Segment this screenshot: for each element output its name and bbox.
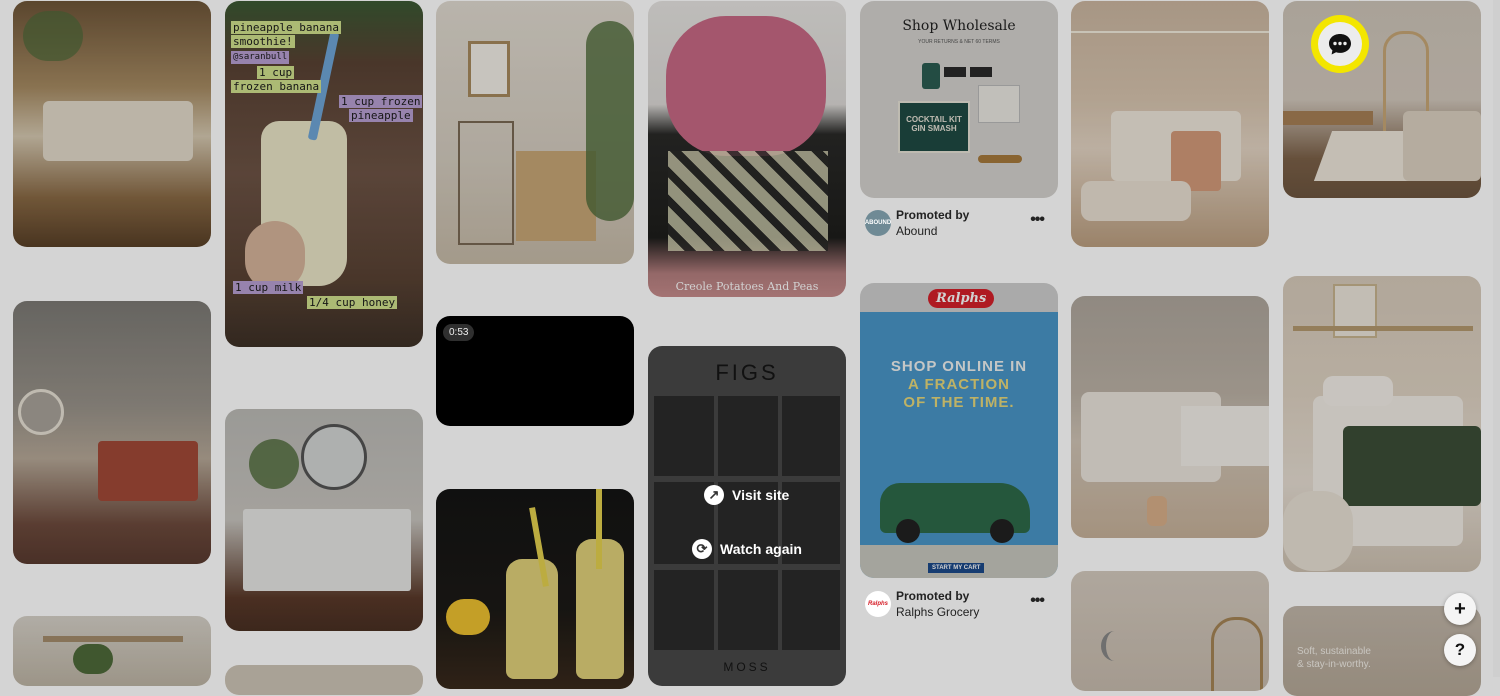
promoted-by-label: Promoted by xyxy=(896,208,969,222)
pin-moon-wall-hanging[interactable] xyxy=(1071,571,1269,691)
potatoes-caption: Creole Potatoes And Peas xyxy=(648,280,846,293)
recipe-handle: @saranbull xyxy=(231,51,289,64)
recipe-ingredient-3: 1 cup milk xyxy=(233,281,303,294)
abound-avatar: ABOUND xyxy=(865,210,891,236)
visit-site-button[interactable]: ↗ Visit site xyxy=(704,484,789,506)
visit-site-label: Visit site xyxy=(732,487,789,503)
pin-bottom-col2[interactable] xyxy=(225,665,423,695)
ralphs-cta[interactable]: START MY CART xyxy=(928,563,984,573)
pin-smoothie-recipe[interactable]: pineapple banana smoothie! @saranbull 1 … xyxy=(225,1,423,347)
watch-again-label: Watch again xyxy=(720,541,802,557)
pin-shop-wholesale-ad[interactable]: Shop Wholesale YOUR RETURNS & NET 60 TER… xyxy=(860,1,1058,198)
promo-abound[interactable]: ABOUND Promoted by Abound ••• xyxy=(860,205,1058,241)
video-duration-badge: 0:53 xyxy=(443,324,474,341)
more-options-icon[interactable]: ••• xyxy=(1030,592,1044,610)
pin-creole-potatoes[interactable]: Creole Potatoes And Peas xyxy=(648,1,846,297)
pin-video-black[interactable]: 0:53 xyxy=(436,316,634,426)
pin-ralphs-ad[interactable]: Ralphs SHOP ONLINE IN A FRACTION OF THE … xyxy=(860,283,1058,578)
pin-smoothie-bottles[interactable] xyxy=(436,489,634,689)
pin-boho-bedroom[interactable] xyxy=(13,1,211,247)
advertiser-name: Abound xyxy=(896,224,937,238)
figs-footer-text: MOSS xyxy=(648,660,846,674)
ralphs-logo: Ralphs xyxy=(928,289,994,308)
sustainable-text-2: & stay-in-worthy. xyxy=(1297,659,1371,670)
figs-logo: FIGS xyxy=(648,360,846,386)
more-options-icon[interactable]: ••• xyxy=(1030,211,1044,229)
promo-ralphs[interactable]: Ralphs Promoted by Ralphs Grocery ••• xyxy=(860,586,1058,622)
recipe-ingredient-1b: frozen banana xyxy=(231,80,321,93)
ralphs-headline-2: A FRACTION xyxy=(860,376,1058,393)
pin-white-dresser[interactable] xyxy=(225,409,423,631)
sustainable-text-1: Soft, sustainable xyxy=(1297,646,1371,657)
ralphs-headline-1: SHOP ONLINE IN xyxy=(860,358,1058,375)
recipe-ingredient-2a: 1 cup frozen xyxy=(339,95,422,108)
pin-mirror-bench[interactable] xyxy=(1283,1,1481,198)
pin-figs-video-ad[interactable]: FIGS ↗ Visit site ⟳ Watch again MOSS xyxy=(648,346,846,686)
promoted-by-label: Promoted by xyxy=(896,589,969,603)
recipe-title-line2: smoothie! xyxy=(231,35,295,48)
pin-plants-shelf[interactable] xyxy=(13,616,211,686)
pin-fairy-light-bedroom[interactable] xyxy=(1071,1,1269,247)
create-button[interactable]: + xyxy=(1444,593,1476,625)
messages-button[interactable] xyxy=(1311,15,1369,73)
replay-icon: ⟳ xyxy=(692,539,712,559)
chat-bubble-icon xyxy=(1318,22,1362,66)
help-icon: ? xyxy=(1455,640,1465,660)
wholesale-subtitle: YOUR RETURNS & NET 60 TERMS xyxy=(860,39,1058,45)
recipe-ingredient-1a: 1 cup xyxy=(257,66,294,79)
plus-icon: + xyxy=(1454,598,1466,621)
scrollbar-track[interactable] xyxy=(1493,0,1500,677)
ralphs-headline-3: OF THE TIME. xyxy=(860,394,1058,411)
pin-plant-cart[interactable] xyxy=(436,1,634,264)
pin-gray-bedroom[interactable] xyxy=(13,301,211,564)
recipe-ingredient-4: 1/4 cup honey xyxy=(307,296,397,309)
pin-green-blanket-bedroom[interactable] xyxy=(1283,276,1481,572)
pin-white-bedroom[interactable] xyxy=(1071,296,1269,538)
arrow-up-right-icon: ↗ xyxy=(704,485,724,505)
advertiser-name: Ralphs Grocery xyxy=(896,605,979,619)
wholesale-title: Shop Wholesale xyxy=(860,18,1058,34)
help-button[interactable]: ? xyxy=(1444,634,1476,666)
ralphs-avatar: Ralphs xyxy=(865,591,891,617)
cocktail-kit-box: COCKTAIL KIT GIN SMASH xyxy=(898,101,970,153)
watch-again-button[interactable]: ⟳ Watch again xyxy=(692,538,802,560)
recipe-ingredient-2b: pineapple xyxy=(349,109,413,122)
recipe-title-line1: pineapple banana xyxy=(231,21,341,34)
